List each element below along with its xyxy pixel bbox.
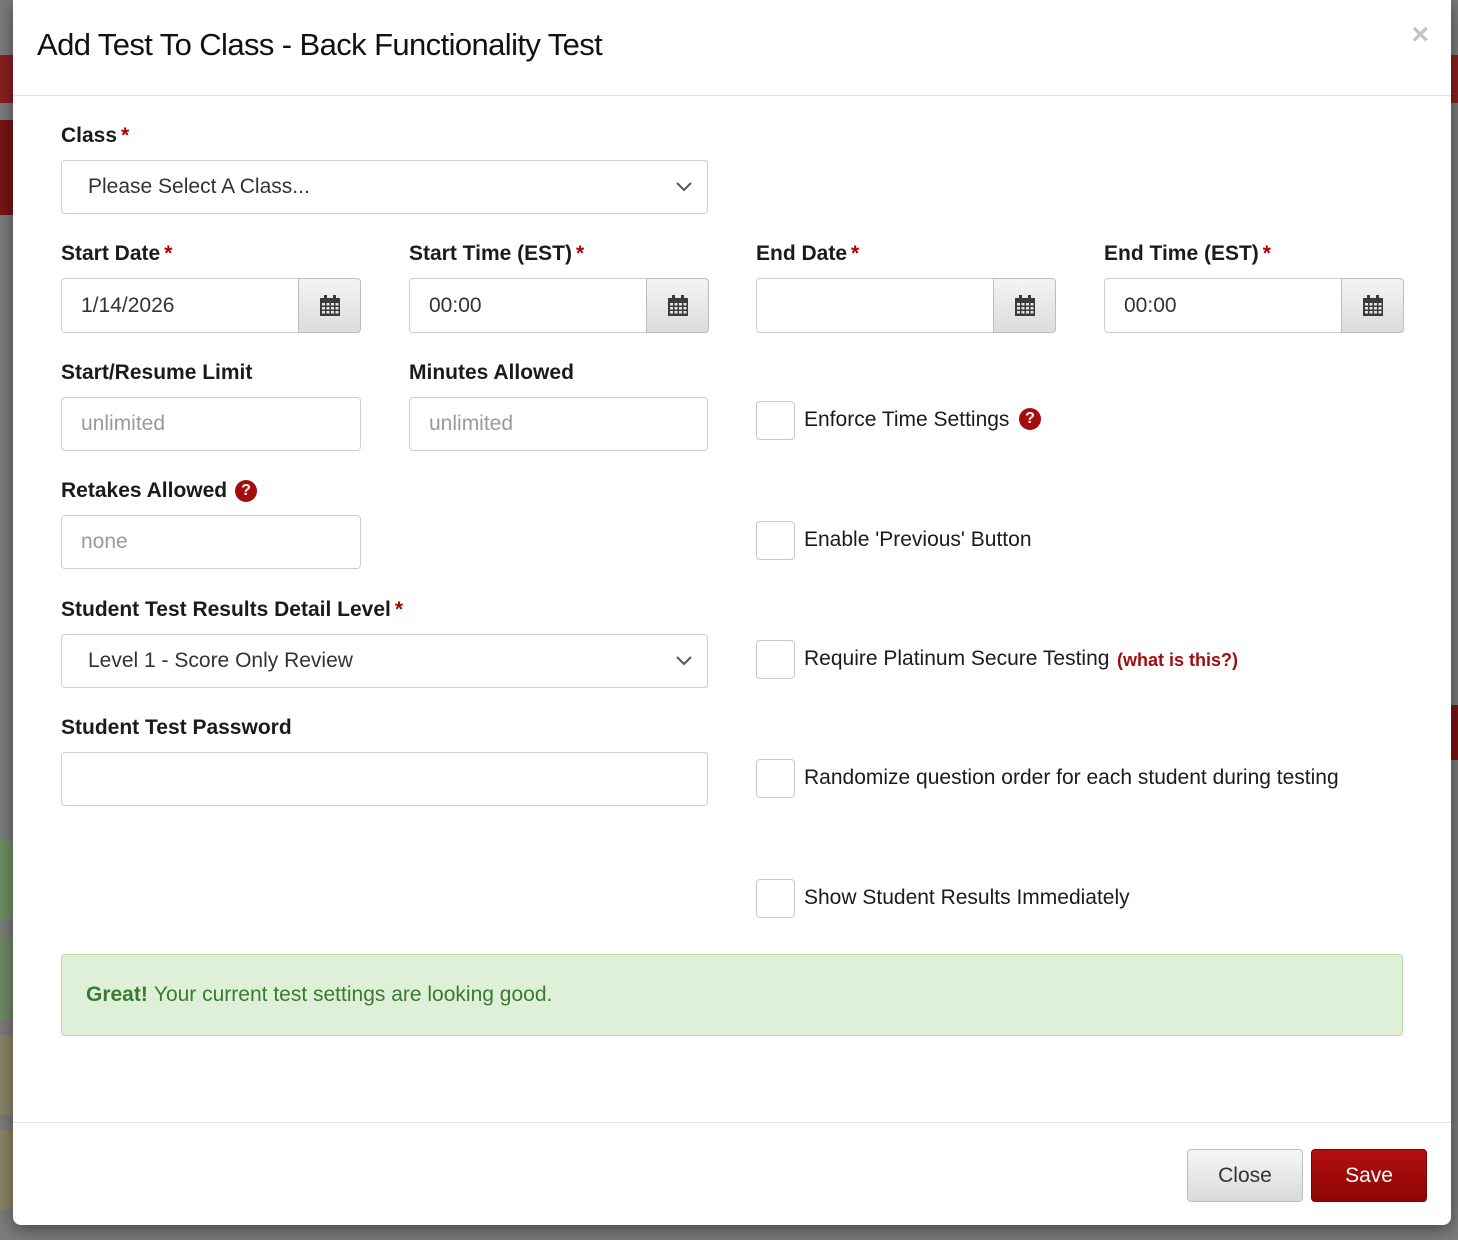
background-right-block <box>1451 705 1458 760</box>
end-date-label-text: End Date <box>756 242 848 265</box>
modal-title: Add Test To Class - Back Functionality T… <box>37 27 603 62</box>
calendar-icon <box>1362 294 1383 316</box>
modal-footer: Close Save <box>13 1122 1451 1225</box>
show-results-label: Show Student Results Immediately <box>804 886 1130 909</box>
enable-previous-checkbox[interactable] <box>756 521 795 560</box>
background-brand-bar <box>0 120 13 215</box>
required-marker: * <box>1262 242 1271 265</box>
show-results-checkbox[interactable] <box>756 879 795 918</box>
calendar-icon <box>667 294 688 316</box>
background-green-row <box>0 840 13 920</box>
end-time-label-text: End Time (EST) <box>1104 242 1259 265</box>
start-date-input[interactable]: 1/14/2026 <box>61 278 299 333</box>
what-is-this-link[interactable]: (what is this?) <box>1117 650 1238 671</box>
end-date-picker-button[interactable] <box>993 278 1056 333</box>
start-date-label-text: Start Date <box>61 242 161 265</box>
end-date-input[interactable] <box>756 278 994 333</box>
required-marker: * <box>851 242 860 265</box>
minutes-allowed-input[interactable]: unlimited <box>409 397 708 451</box>
chevron-down-icon <box>676 656 692 666</box>
start-time-input[interactable]: 00:00 <box>409 278 647 333</box>
enforce-time-checkbox[interactable] <box>756 401 795 440</box>
test-password-label: Student Test Password <box>61 716 292 739</box>
retakes-allowed-input[interactable]: none <box>61 515 361 569</box>
end-time-input[interactable]: 00:00 <box>1104 278 1342 333</box>
end-time-label: End Time (EST) * <box>1104 242 1271 266</box>
start-date-picker-button[interactable] <box>298 278 361 333</box>
modal-header: Add Test To Class - Back Functionality T… <box>13 0 1451 96</box>
add-test-modal: Add Test To Class - Back Functionality T… <box>13 0 1451 1225</box>
results-detail-label: Student Test Results Detail Level * <box>61 598 403 622</box>
alert-strong-text: Great! <box>86 983 148 1006</box>
end-time-picker-button[interactable] <box>1341 278 1404 333</box>
class-select[interactable]: Please Select A Class... <box>61 160 708 214</box>
randomize-order-label: Randomize question order for each studen… <box>804 766 1339 789</box>
start-time-label: Start Time (EST) * <box>409 242 584 266</box>
class-label: Class * <box>61 124 129 148</box>
required-marker: * <box>164 242 173 265</box>
start-time-label-text: Start Time (EST) <box>409 242 572 265</box>
end-time-group: 00:00 <box>1104 278 1404 333</box>
save-button[interactable]: Save <box>1311 1149 1427 1202</box>
help-icon[interactable]: ? <box>1019 408 1041 430</box>
start-time-group: 00:00 <box>409 278 709 333</box>
minutes-allowed-label: Minutes Allowed <box>409 361 574 384</box>
retakes-allowed-label: Retakes Allowed <box>61 479 228 502</box>
randomize-order-checkbox[interactable] <box>756 759 795 798</box>
start-resume-limit-input[interactable]: unlimited <box>61 397 361 451</box>
start-time-picker-button[interactable] <box>646 278 709 333</box>
start-resume-limit-label: Start/Resume Limit <box>61 361 253 384</box>
results-detail-select-value: Level 1 - Score Only Review <box>88 649 353 672</box>
start-date-label: Start Date * <box>61 242 172 266</box>
class-select-value: Please Select A Class... <box>88 175 310 198</box>
enable-previous-label: Enable 'Previous' Button <box>804 528 1032 551</box>
test-password-input[interactable] <box>61 752 708 806</box>
background-tan-row <box>0 1035 13 1115</box>
required-marker: * <box>575 242 585 265</box>
end-date-label: End Date * <box>756 242 859 266</box>
close-button[interactable]: Close <box>1187 1149 1303 1202</box>
end-date-group <box>756 278 1056 333</box>
chevron-down-icon <box>676 182 692 192</box>
settings-success-alert: Great! Your current test settings are lo… <box>61 954 1403 1036</box>
background-tan-row-2 <box>0 1130 13 1210</box>
background-header-bar <box>0 55 13 103</box>
calendar-icon <box>1014 294 1035 316</box>
platinum-secure-label: Require Platinum Secure Testing <box>804 647 1110 670</box>
background-green-row-2 <box>0 935 13 1020</box>
start-date-group: 1/14/2026 <box>61 278 361 333</box>
calendar-icon <box>319 294 340 316</box>
class-label-text: Class <box>61 124 118 147</box>
close-icon[interactable]: × <box>1411 20 1429 50</box>
results-detail-select[interactable]: Level 1 - Score Only Review <box>61 634 708 688</box>
enforce-time-label: Enforce Time Settings <box>804 408 1010 431</box>
platinum-secure-checkbox[interactable] <box>756 640 795 679</box>
required-marker: * <box>394 598 404 621</box>
alert-message: Your current test settings are looking g… <box>153 983 553 1006</box>
help-icon[interactable]: ? <box>235 480 257 502</box>
results-detail-label-text: Student Test Results Detail Level <box>61 598 391 621</box>
required-marker: * <box>121 124 130 147</box>
background-right-bar <box>1451 55 1458 103</box>
